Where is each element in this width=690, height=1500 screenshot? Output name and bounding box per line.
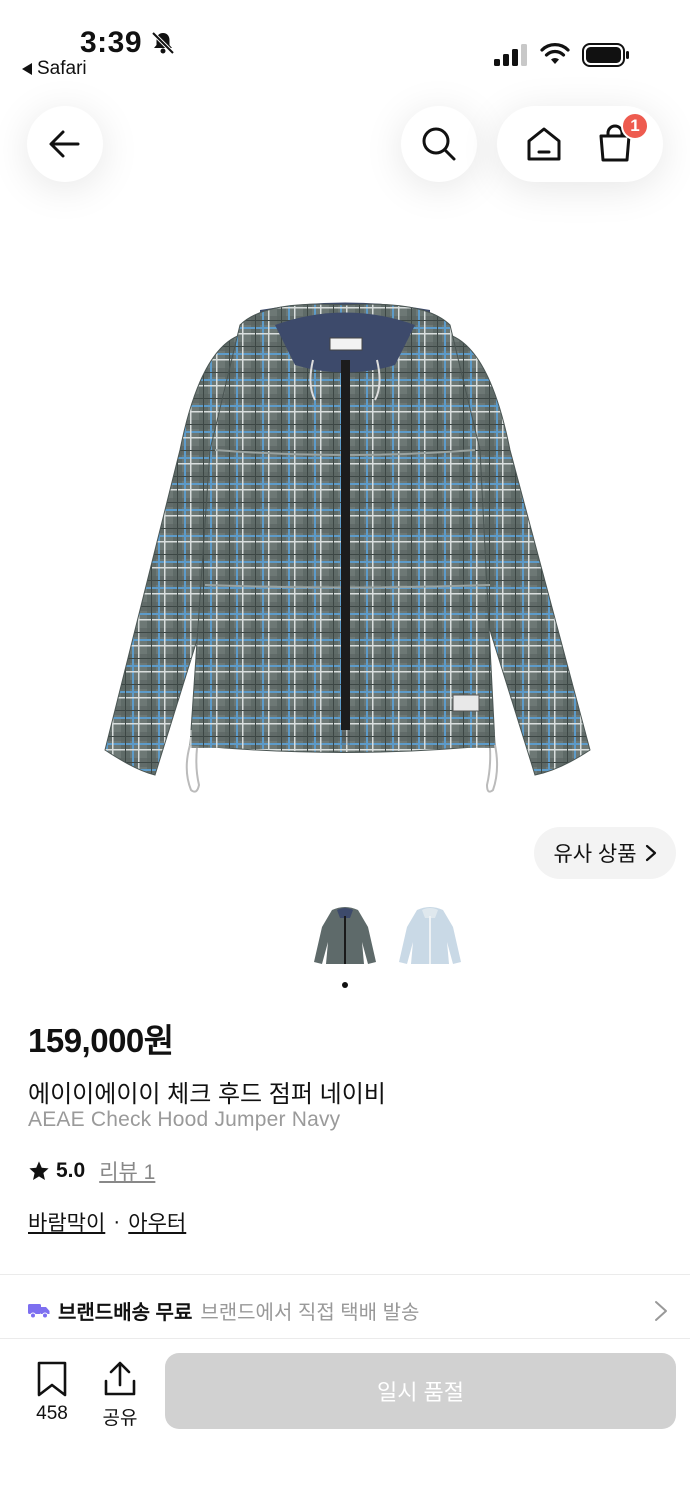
rating-value: 5.0: [56, 1159, 86, 1182]
product-price: 159,000원: [28, 1022, 174, 1059]
search-icon: [422, 127, 456, 161]
bottom-action-bar: 458 공유 일시 품절: [0, 1338, 690, 1500]
back-button[interactable]: [27, 106, 103, 182]
home-cart-group: 1: [497, 106, 663, 182]
share-icon: [104, 1361, 136, 1396]
wifi-icon: [540, 43, 570, 64]
color-thumbnail-navy[interactable]: [312, 902, 378, 972]
section-divider: [0, 1274, 690, 1275]
home-icon[interactable]: [525, 125, 563, 163]
sold-out-button[interactable]: 일시 품절: [165, 1353, 676, 1429]
chevron-right-icon: [655, 1301, 667, 1321]
similar-products-button[interactable]: 유사 상품: [534, 827, 676, 879]
search-button[interactable]: [401, 106, 477, 182]
battery-icon: [582, 43, 629, 67]
carousel-page-indicator: [342, 982, 348, 988]
shipping-title: 브랜드배송 무료: [58, 1301, 193, 1324]
category-breadcrumb: 바람막이 · 아우터: [28, 1207, 186, 1237]
back-app-label: Safari: [37, 58, 87, 79]
arrow-left-icon: [49, 130, 80, 158]
save-button[interactable]: 458: [28, 1361, 76, 1431]
color-thumbnail-lightblue[interactable]: [397, 902, 463, 972]
category-link-windbreaker[interactable]: 바람막이: [28, 1207, 105, 1237]
star-icon: [29, 1161, 49, 1180]
save-count: 458: [36, 1403, 68, 1424]
share-label: 공유: [102, 1408, 138, 1429]
status-bar: 3:39 Safari: [0, 0, 690, 90]
back-to-safari-link[interactable]: Safari: [22, 58, 87, 80]
status-time: 3:39: [80, 26, 143, 59]
chevron-right-icon: [645, 844, 656, 862]
product-name-korean: 에이이에이이 체크 후드 점퍼 네이비: [28, 1081, 386, 1108]
share-button[interactable]: 공유: [98, 1361, 142, 1431]
product-image[interactable]: [95, 290, 595, 800]
back-triangle-icon: [22, 63, 32, 75]
cellular-signal-icon: [494, 44, 527, 66]
product-name-english: AEAE Check Hood Jumper Navy: [28, 1108, 341, 1131]
rating-row: 5.0 리뷰 1: [28, 1156, 155, 1186]
cart-count-badge: 1: [621, 112, 649, 140]
bookmark-icon: [37, 1361, 67, 1397]
bell-slash-icon: [151, 31, 175, 55]
delivery-truck-icon: [28, 1304, 50, 1319]
shipping-info-row[interactable]: 브랜드배송 무료 브랜드에서 직접 택배 발송: [28, 1292, 668, 1328]
similar-products-label: 유사 상품: [553, 843, 637, 866]
category-link-outer[interactable]: 아우터: [128, 1207, 186, 1237]
review-link[interactable]: 리뷰 1: [99, 1156, 155, 1186]
shipping-description: 브랜드에서 직접 택배 발송: [200, 1301, 420, 1324]
cart-button[interactable]: 1: [595, 112, 649, 164]
category-separator: ·: [113, 1210, 121, 1233]
